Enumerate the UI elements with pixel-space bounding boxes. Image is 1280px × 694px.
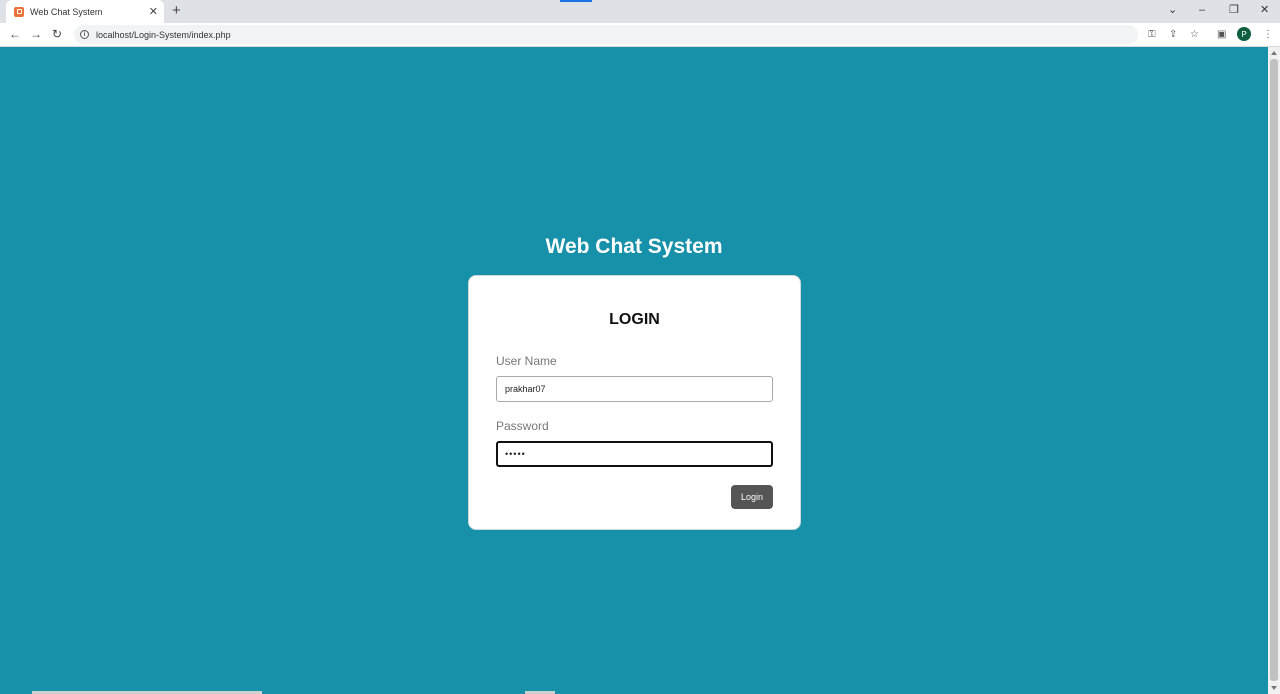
scroll-up-icon[interactable] — [1271, 51, 1277, 55]
url-bar[interactable]: i localhost/Login-System/index.php — [74, 25, 1138, 44]
url-text: localhost/Login-System/index.php — [96, 29, 231, 40]
site-title: Web Chat System — [545, 235, 723, 258]
browser-tab-bar: Web Chat System ✕ + ⌄ – ❐ ✕ — [0, 0, 1280, 23]
scrollbar-thumb[interactable] — [1270, 59, 1278, 681]
site-favicon-icon — [14, 6, 24, 17]
minimize-button[interactable]: – — [1199, 3, 1205, 17]
login-button[interactable]: Login — [731, 485, 773, 509]
back-icon[interactable]: ← — [9, 27, 21, 41]
password-label: Password — [496, 419, 549, 433]
scroll-down-icon[interactable] — [1271, 686, 1277, 690]
tab-indicator — [560, 0, 592, 2]
login-card: LOGIN User Name prakhar07 Password •••••… — [468, 275, 801, 530]
share-icon[interactable]: ⇪ — [1169, 28, 1177, 42]
forward-icon[interactable]: → — [30, 27, 42, 41]
browser-tab[interactable]: Web Chat System ✕ — [6, 0, 164, 23]
password-input[interactable]: ••••• — [496, 441, 773, 467]
reload-icon[interactable]: ↻ — [52, 27, 62, 41]
close-window-button[interactable]: ✕ — [1260, 3, 1269, 17]
username-input[interactable]: prakhar07 — [496, 376, 773, 402]
browser-menu-icon[interactable]: ⋮ — [1263, 28, 1273, 42]
new-tab-button[interactable]: + — [172, 3, 181, 19]
bookmark-star-icon[interactable]: ☆ — [1190, 28, 1199, 42]
vertical-scrollbar[interactable] — [1268, 47, 1280, 694]
restore-button[interactable]: ❐ — [1229, 3, 1239, 17]
password-key-icon[interactable]: ⚿ — [1148, 28, 1156, 42]
tab-search-icon[interactable]: ⌄ — [1168, 3, 1177, 17]
profile-avatar[interactable]: P — [1237, 27, 1251, 41]
page-background: Web Chat System LOGIN User Name prakhar0… — [0, 47, 1268, 694]
address-toolbar: ← → ↻ i localhost/Login-System/index.php… — [0, 23, 1280, 47]
username-label: User Name — [496, 354, 557, 368]
site-info-icon[interactable]: i — [80, 30, 89, 39]
login-heading: LOGIN — [609, 311, 660, 328]
tab-close-icon[interactable]: ✕ — [149, 5, 158, 18]
tab-title: Web Chat System — [30, 6, 103, 17]
side-panel-icon[interactable]: ▣ — [1217, 28, 1226, 42]
